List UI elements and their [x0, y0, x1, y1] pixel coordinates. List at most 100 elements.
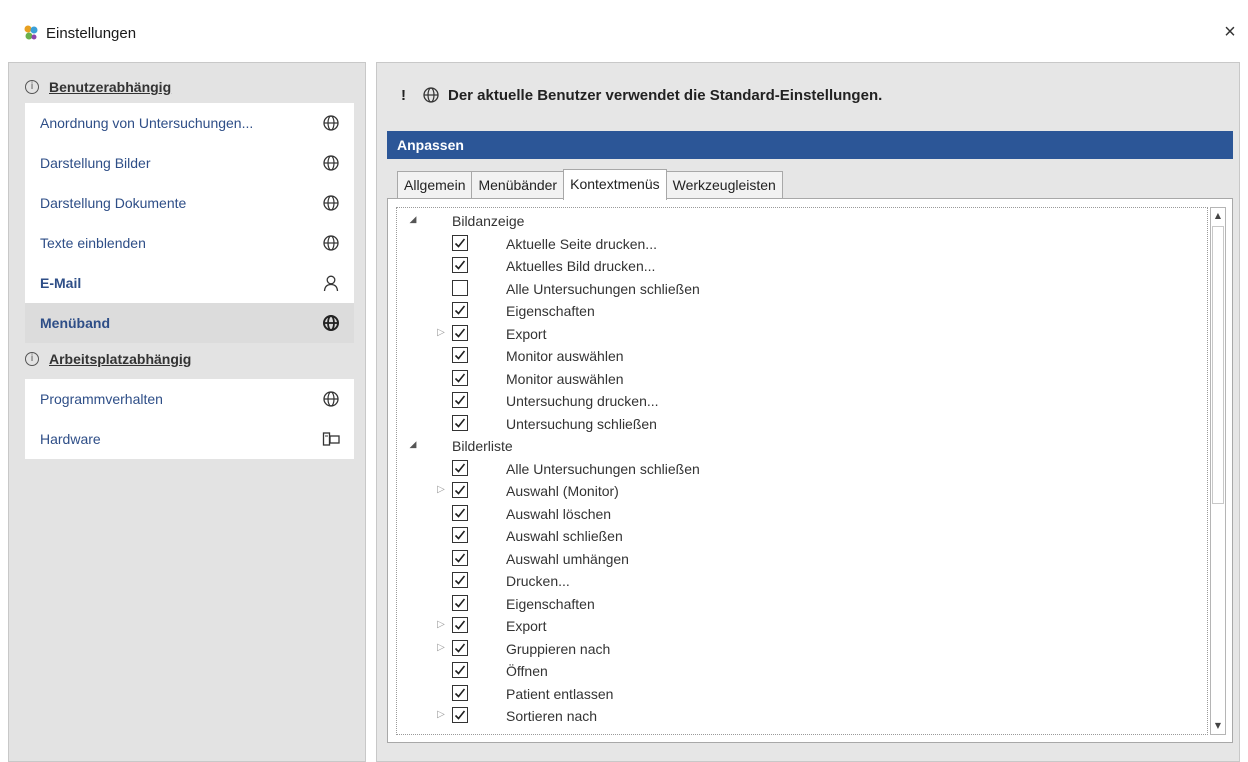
tab-werkzeugleisten[interactable]: Werkzeugleisten	[665, 171, 783, 199]
item-checkbox[interactable]	[452, 324, 468, 341]
close-button[interactable]: ×	[1218, 20, 1242, 44]
tree-item-label: Auswahl umhängen	[506, 550, 629, 567]
globe-icon	[323, 315, 339, 331]
item-checkbox[interactable]	[452, 639, 468, 656]
tree-item-label: Gruppieren nach	[506, 640, 611, 657]
context-menu-tree[interactable]: ◢ Bildanzeige Aktuelle Seite drucken... Akt…	[396, 207, 1208, 735]
item-checkbox[interactable]	[452, 504, 468, 521]
sidebar-item-programmverhalten[interactable]: Programmverhalten	[25, 379, 354, 419]
item-checkbox[interactable]	[452, 279, 468, 296]
tree-item[interactable]: Aktuelle Seite drucken...	[397, 233, 1197, 255]
tree-item[interactable]: Auswahl umhängen	[397, 548, 1197, 570]
computer-icon	[322, 432, 340, 446]
tree-item[interactable]: Monitor auswählen	[397, 368, 1197, 390]
item-checkbox[interactable]	[452, 684, 468, 701]
sidebar-item-label: Darstellung Dokumente	[40, 195, 187, 211]
item-checkbox[interactable]	[452, 414, 468, 431]
tree-item[interactable]: Eigenschaften	[397, 300, 1197, 322]
item-checkbox[interactable]	[452, 572, 468, 588]
tree-item[interactable]: Untersuchung schließen	[397, 413, 1197, 435]
scroll-down-button[interactable]: ▼	[1211, 718, 1225, 734]
sidebar-item-hardware[interactable]: Hardware	[25, 419, 354, 459]
expand-arrow-icon[interactable]: ▷	[435, 709, 447, 721]
user-settings-list: Anordnung von Untersuchungen... Darstell…	[25, 103, 354, 343]
tab-allgemein[interactable]: Allgemein	[397, 171, 473, 199]
tree-item-label: Eigenschaften	[506, 303, 595, 319]
tree-item[interactable]: Untersuchung drucken...	[397, 390, 1197, 412]
tab-kontextmenues[interactable]: Kontextmenüs	[563, 169, 667, 200]
tree-item[interactable]: ▷ Gruppieren nach	[397, 638, 1197, 660]
tree-item[interactable]: Alle Untersuchungen schließen	[397, 458, 1197, 480]
globe-icon	[323, 115, 339, 131]
tree-item[interactable]: Öffnen	[397, 660, 1197, 682]
item-checkbox[interactable]	[452, 594, 468, 611]
tree-item[interactable]: Aktuelles Bild drucken...	[397, 255, 1197, 277]
expand-arrow-icon[interactable]: ▷	[435, 484, 447, 496]
globe-icon	[323, 195, 339, 211]
workstation-settings-list: Programmverhalten Hardware	[25, 379, 354, 459]
globe-icon	[323, 155, 339, 171]
tree-item[interactable]: Drucken...	[397, 570, 1197, 592]
item-checkbox[interactable]	[452, 234, 468, 251]
notice-text: Der aktuelle Benutzer verwendet die Stan…	[448, 86, 883, 104]
sidebar-item-darstellung-dokumente[interactable]: Darstellung Dokumente	[25, 183, 354, 223]
sidebar-item-label: E-Mail	[40, 275, 82, 291]
tree-item[interactable]: Auswahl löschen	[397, 503, 1197, 525]
sidebar-item-email[interactable]: E-Mail	[25, 263, 354, 303]
tree-item-label: Öffnen	[506, 663, 548, 679]
globe-icon	[323, 391, 339, 407]
item-checkbox[interactable]	[452, 302, 468, 318]
tree-item-label: Untersuchung schließen	[506, 415, 657, 432]
tree-item[interactable]: ▷ Sortieren nach	[397, 705, 1197, 727]
item-checkbox[interactable]	[452, 392, 468, 408]
expand-arrow-icon[interactable]: ▷	[435, 642, 447, 654]
item-checkbox[interactable]	[452, 707, 468, 723]
tree-item[interactable]: Auswahl schließen	[397, 525, 1197, 547]
user-icon	[323, 275, 339, 292]
sidebar-item-darstellung-bilder[interactable]: Darstellung Bilder	[25, 143, 354, 183]
item-checkbox[interactable]	[452, 617, 468, 633]
scroll-up-button[interactable]: ▲	[1211, 208, 1225, 224]
collapse-arrow-icon[interactable]: ◢	[407, 214, 419, 226]
tree-item-label: Drucken...	[506, 573, 570, 589]
group-header-user: i Benutzerabhängig	[25, 75, 171, 99]
item-checkbox[interactable]	[452, 662, 468, 678]
tree-item-label: Untersuchung drucken...	[506, 393, 659, 409]
tree-item[interactable]: ▷ Export	[397, 615, 1197, 637]
tree-item-label: Export	[506, 618, 547, 634]
expand-arrow-icon[interactable]: ▷	[435, 619, 447, 631]
sidebar-item-anordnung[interactable]: Anordnung von Untersuchungen...	[25, 103, 354, 143]
tree-item[interactable]: ▷ Auswahl (Monitor)	[397, 480, 1197, 502]
scroll-thumb[interactable]	[1212, 226, 1224, 504]
tree-item[interactable]: Eigenschaften	[397, 593, 1197, 615]
tree-group[interactable]: ◢ Bilderliste	[397, 435, 1197, 457]
vertical-scrollbar[interactable]: ▲ ▼	[1210, 207, 1226, 735]
context-menu-tree-panel: ◢ Bildanzeige Aktuelle Seite drucken... Akt…	[387, 198, 1233, 743]
tree-item-label: Auswahl schließen	[506, 528, 623, 544]
item-checkbox[interactable]	[452, 347, 468, 363]
title-bar: Einstellungen ×	[0, 0, 1248, 62]
tree-item-label: Alle Untersuchungen schließen	[506, 460, 700, 477]
section-header: Anpassen	[387, 131, 1233, 159]
sidebar-item-label: Texte einblenden	[40, 235, 146, 251]
item-checkbox[interactable]	[452, 459, 468, 476]
window-title: Einstellungen	[46, 25, 137, 42]
item-checkbox[interactable]	[452, 482, 468, 498]
tree-item-label: Auswahl löschen	[506, 505, 612, 522]
tab-menuebaender[interactable]: Menübänder	[471, 171, 565, 199]
group-title: Benutzerabhängig	[49, 79, 172, 95]
sidebar-item-texte-einblenden[interactable]: Texte einblenden	[25, 223, 354, 263]
item-checkbox[interactable]	[452, 549, 468, 566]
item-checkbox[interactable]	[452, 527, 468, 543]
tree-item[interactable]: Monitor auswählen	[397, 345, 1197, 367]
collapse-arrow-icon[interactable]: ◢	[407, 439, 419, 451]
item-checkbox[interactable]	[452, 257, 468, 273]
tree-item[interactable]: Alle Untersuchungen schließen	[397, 278, 1197, 300]
tree-item[interactable]: ▷ Export	[397, 323, 1197, 345]
item-checkbox[interactable]	[452, 369, 468, 386]
sidebar-item-label: Darstellung Bilder	[40, 155, 151, 171]
expand-arrow-icon[interactable]: ▷	[435, 327, 447, 339]
tree-item[interactable]: Patient entlassen	[397, 683, 1197, 705]
sidebar-item-menueband[interactable]: Menüband	[25, 303, 354, 343]
tree-group[interactable]: ◢ Bildanzeige	[397, 210, 1197, 232]
